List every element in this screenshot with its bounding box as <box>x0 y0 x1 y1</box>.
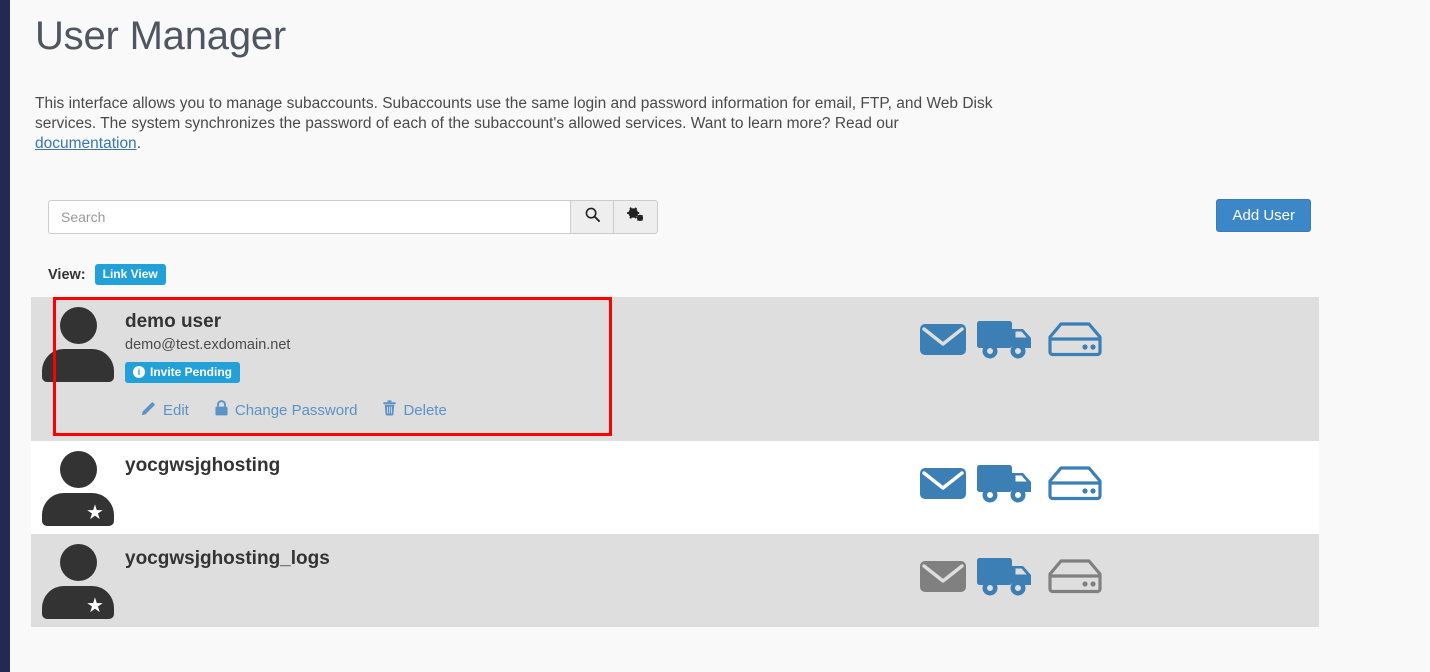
status-badge-label: Invite Pending <box>150 365 233 379</box>
table-row[interactable]: demo user demo@test.exdomain.net i Invit… <box>31 297 1319 441</box>
change-password-label: Change Password <box>234 401 358 419</box>
user-name: yocgwsjghosting_logs <box>125 548 330 569</box>
avatar-head-icon <box>60 307 97 344</box>
info-circle-icon: i <box>133 366 145 378</box>
user-name: demo user <box>125 311 222 332</box>
hard-drive-icon[interactable] <box>1047 463 1103 508</box>
avatar: ★ <box>42 451 114 526</box>
status-badge[interactable]: i Invite Pending <box>125 362 241 383</box>
user-list: demo user demo@test.exdomain.net i Invit… <box>31 297 1319 627</box>
row-actions: Edit Change Password Delete <box>125 400 919 420</box>
avatar-head-icon <box>60 451 97 488</box>
add-user-button[interactable]: Add User <box>1216 199 1311 232</box>
link-view-button[interactable]: Link View <box>94 264 166 285</box>
page-title: User Manager <box>35 14 287 58</box>
description-text-part2: . <box>136 135 141 152</box>
cogs-icon <box>627 207 644 227</box>
hard-drive-icon[interactable] <box>1047 319 1103 364</box>
delete-user-label: Delete <box>403 401 447 419</box>
service-icons <box>919 534 1319 604</box>
page-description: This interface allows you to manage suba… <box>35 94 995 154</box>
user-email: demo@test.exdomain.net <box>125 337 291 353</box>
envelope-icon[interactable] <box>919 463 967 508</box>
truck-icon[interactable] <box>976 553 1038 604</box>
avatar-cell: ★ <box>31 534 125 619</box>
envelope-icon[interactable] <box>919 556 967 601</box>
user-info: yocgwsjghosting_logs <box>125 534 919 574</box>
description-text-part1: This interface allows you to manage suba… <box>35 95 993 132</box>
search-input[interactable] <box>48 200 570 234</box>
envelope-icon[interactable] <box>919 319 967 364</box>
avatar-body-icon <box>42 349 114 382</box>
lock-icon <box>215 400 228 420</box>
service-icons <box>919 297 1319 367</box>
documentation-link[interactable]: documentation <box>35 135 137 152</box>
avatar-head-icon <box>60 544 97 581</box>
view-label: View: <box>48 266 86 283</box>
trash-icon <box>383 400 397 420</box>
truck-icon[interactable] <box>976 460 1038 511</box>
user-info: yocgwsjghosting <box>125 441 919 481</box>
change-password-link[interactable]: Change Password <box>215 400 358 420</box>
avatar-cell: ★ <box>31 441 125 526</box>
truck-icon[interactable] <box>976 316 1038 367</box>
star-badge-icon: ★ <box>86 502 104 524</box>
page-container: User Manager This interface allows you t… <box>10 0 1430 672</box>
view-switcher: View: Link View <box>48 264 166 285</box>
search-group <box>48 200 658 234</box>
left-nav-rail <box>0 0 10 672</box>
settings-button[interactable] <box>614 200 658 234</box>
search-button[interactable] <box>570 200 614 234</box>
table-row[interactable]: ★ yocgwsjghosting <box>31 441 1319 534</box>
service-icons <box>919 441 1319 511</box>
avatar: ★ <box>42 544 114 619</box>
pencil-icon <box>141 401 156 420</box>
search-icon <box>585 207 600 227</box>
hard-drive-icon[interactable] <box>1047 556 1103 601</box>
user-name: yocgwsjghosting <box>125 455 281 476</box>
user-info: demo user demo@test.exdomain.net i Invit… <box>125 297 919 420</box>
star-badge-icon: ★ <box>86 595 104 617</box>
delete-user-link[interactable]: Delete <box>383 400 447 420</box>
table-row[interactable]: ★ yocgwsjghosting_logs <box>31 534 1319 627</box>
avatar-cell <box>31 297 125 382</box>
avatar <box>42 307 114 382</box>
edit-user-label: Edit <box>163 401 189 419</box>
edit-user-link[interactable]: Edit <box>141 401 189 420</box>
